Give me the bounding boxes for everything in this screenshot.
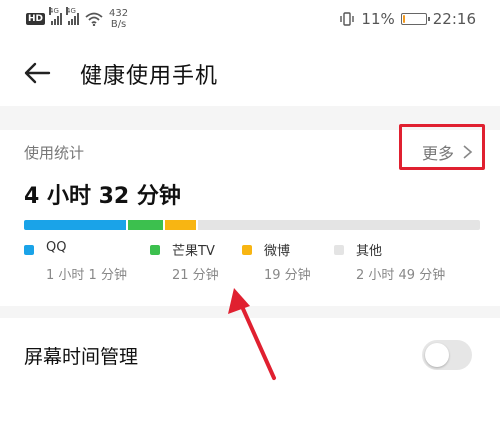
battery-icon	[400, 13, 430, 25]
signal-icon: 4G	[66, 7, 80, 25]
legend-app-name: 其他	[356, 244, 383, 259]
status-bar: HD 4G 4G 432 B/s 11% 22:16	[0, 0, 500, 40]
chevron-right-icon	[463, 145, 473, 159]
network-type-label: 4G	[49, 7, 59, 15]
usage-legend: QQ 1 小时 1 分钟 芒果TV 21 分钟 微博 19 分钟 其他 2 小时 49 分钟	[0, 240, 500, 290]
legend-app-name: 芒果TV	[172, 244, 215, 259]
legend-duration: 2 小时 49 分钟	[356, 268, 446, 283]
legend-duration: 21 分钟	[172, 268, 219, 283]
app-header: 健康使用手机	[0, 40, 500, 106]
wifi-icon	[85, 12, 103, 26]
vibrate-icon	[340, 12, 355, 26]
legend-app-name: QQ	[46, 240, 67, 255]
arrow-left-icon[interactable]	[22, 58, 52, 88]
toggle-knob	[425, 343, 449, 367]
legend-swatch	[150, 245, 160, 255]
clock: 22:16	[432, 10, 476, 28]
legend-swatch	[334, 245, 344, 255]
screen-time-label: 屏幕时间管理	[24, 346, 139, 368]
usage-stats-card[interactable]: 使用统计 更多 4 小时 32 分钟 QQ 1 小时 1 分钟 芒果TV 21 分钟 微…	[0, 130, 500, 306]
usage-bar-segment	[164, 220, 197, 230]
page-title: 健康使用手机	[80, 64, 219, 89]
usage-bar	[24, 220, 480, 230]
legend-duration: 19 分钟	[264, 268, 311, 283]
legend-app-name: 微博	[264, 244, 291, 259]
more-button[interactable]: 更多	[422, 140, 474, 164]
status-left: HD 4G 4G 432 B/s	[26, 7, 128, 30]
total-usage-time: 4 小时 32 分钟	[24, 184, 181, 209]
usage-bar-segment	[24, 220, 126, 230]
signal-icon: 4G	[49, 7, 63, 25]
hd-icon: HD	[26, 13, 46, 25]
screen-time-toggle[interactable]	[422, 340, 472, 370]
legend-swatch	[24, 245, 34, 255]
legend-swatch	[242, 245, 252, 255]
more-label: 更多	[421, 144, 454, 163]
battery-level-fill	[402, 15, 405, 23]
screen-time-section: 屏幕时间管理	[0, 318, 500, 436]
usage-stats-label: 使用统计	[24, 144, 85, 162]
usage-bar-segment	[127, 220, 163, 230]
net-speed: 432 B/s	[109, 8, 128, 30]
usage-bar-segment	[198, 220, 480, 230]
network-type-label: 4G	[66, 7, 76, 15]
battery-percent: 11%	[361, 10, 395, 28]
net-speed-value: 432	[109, 8, 129, 19]
status-right: 11% 22:16	[339, 10, 476, 28]
legend-duration: 1 小时 1 分钟	[46, 268, 127, 283]
net-speed-unit: B/s	[110, 19, 127, 30]
